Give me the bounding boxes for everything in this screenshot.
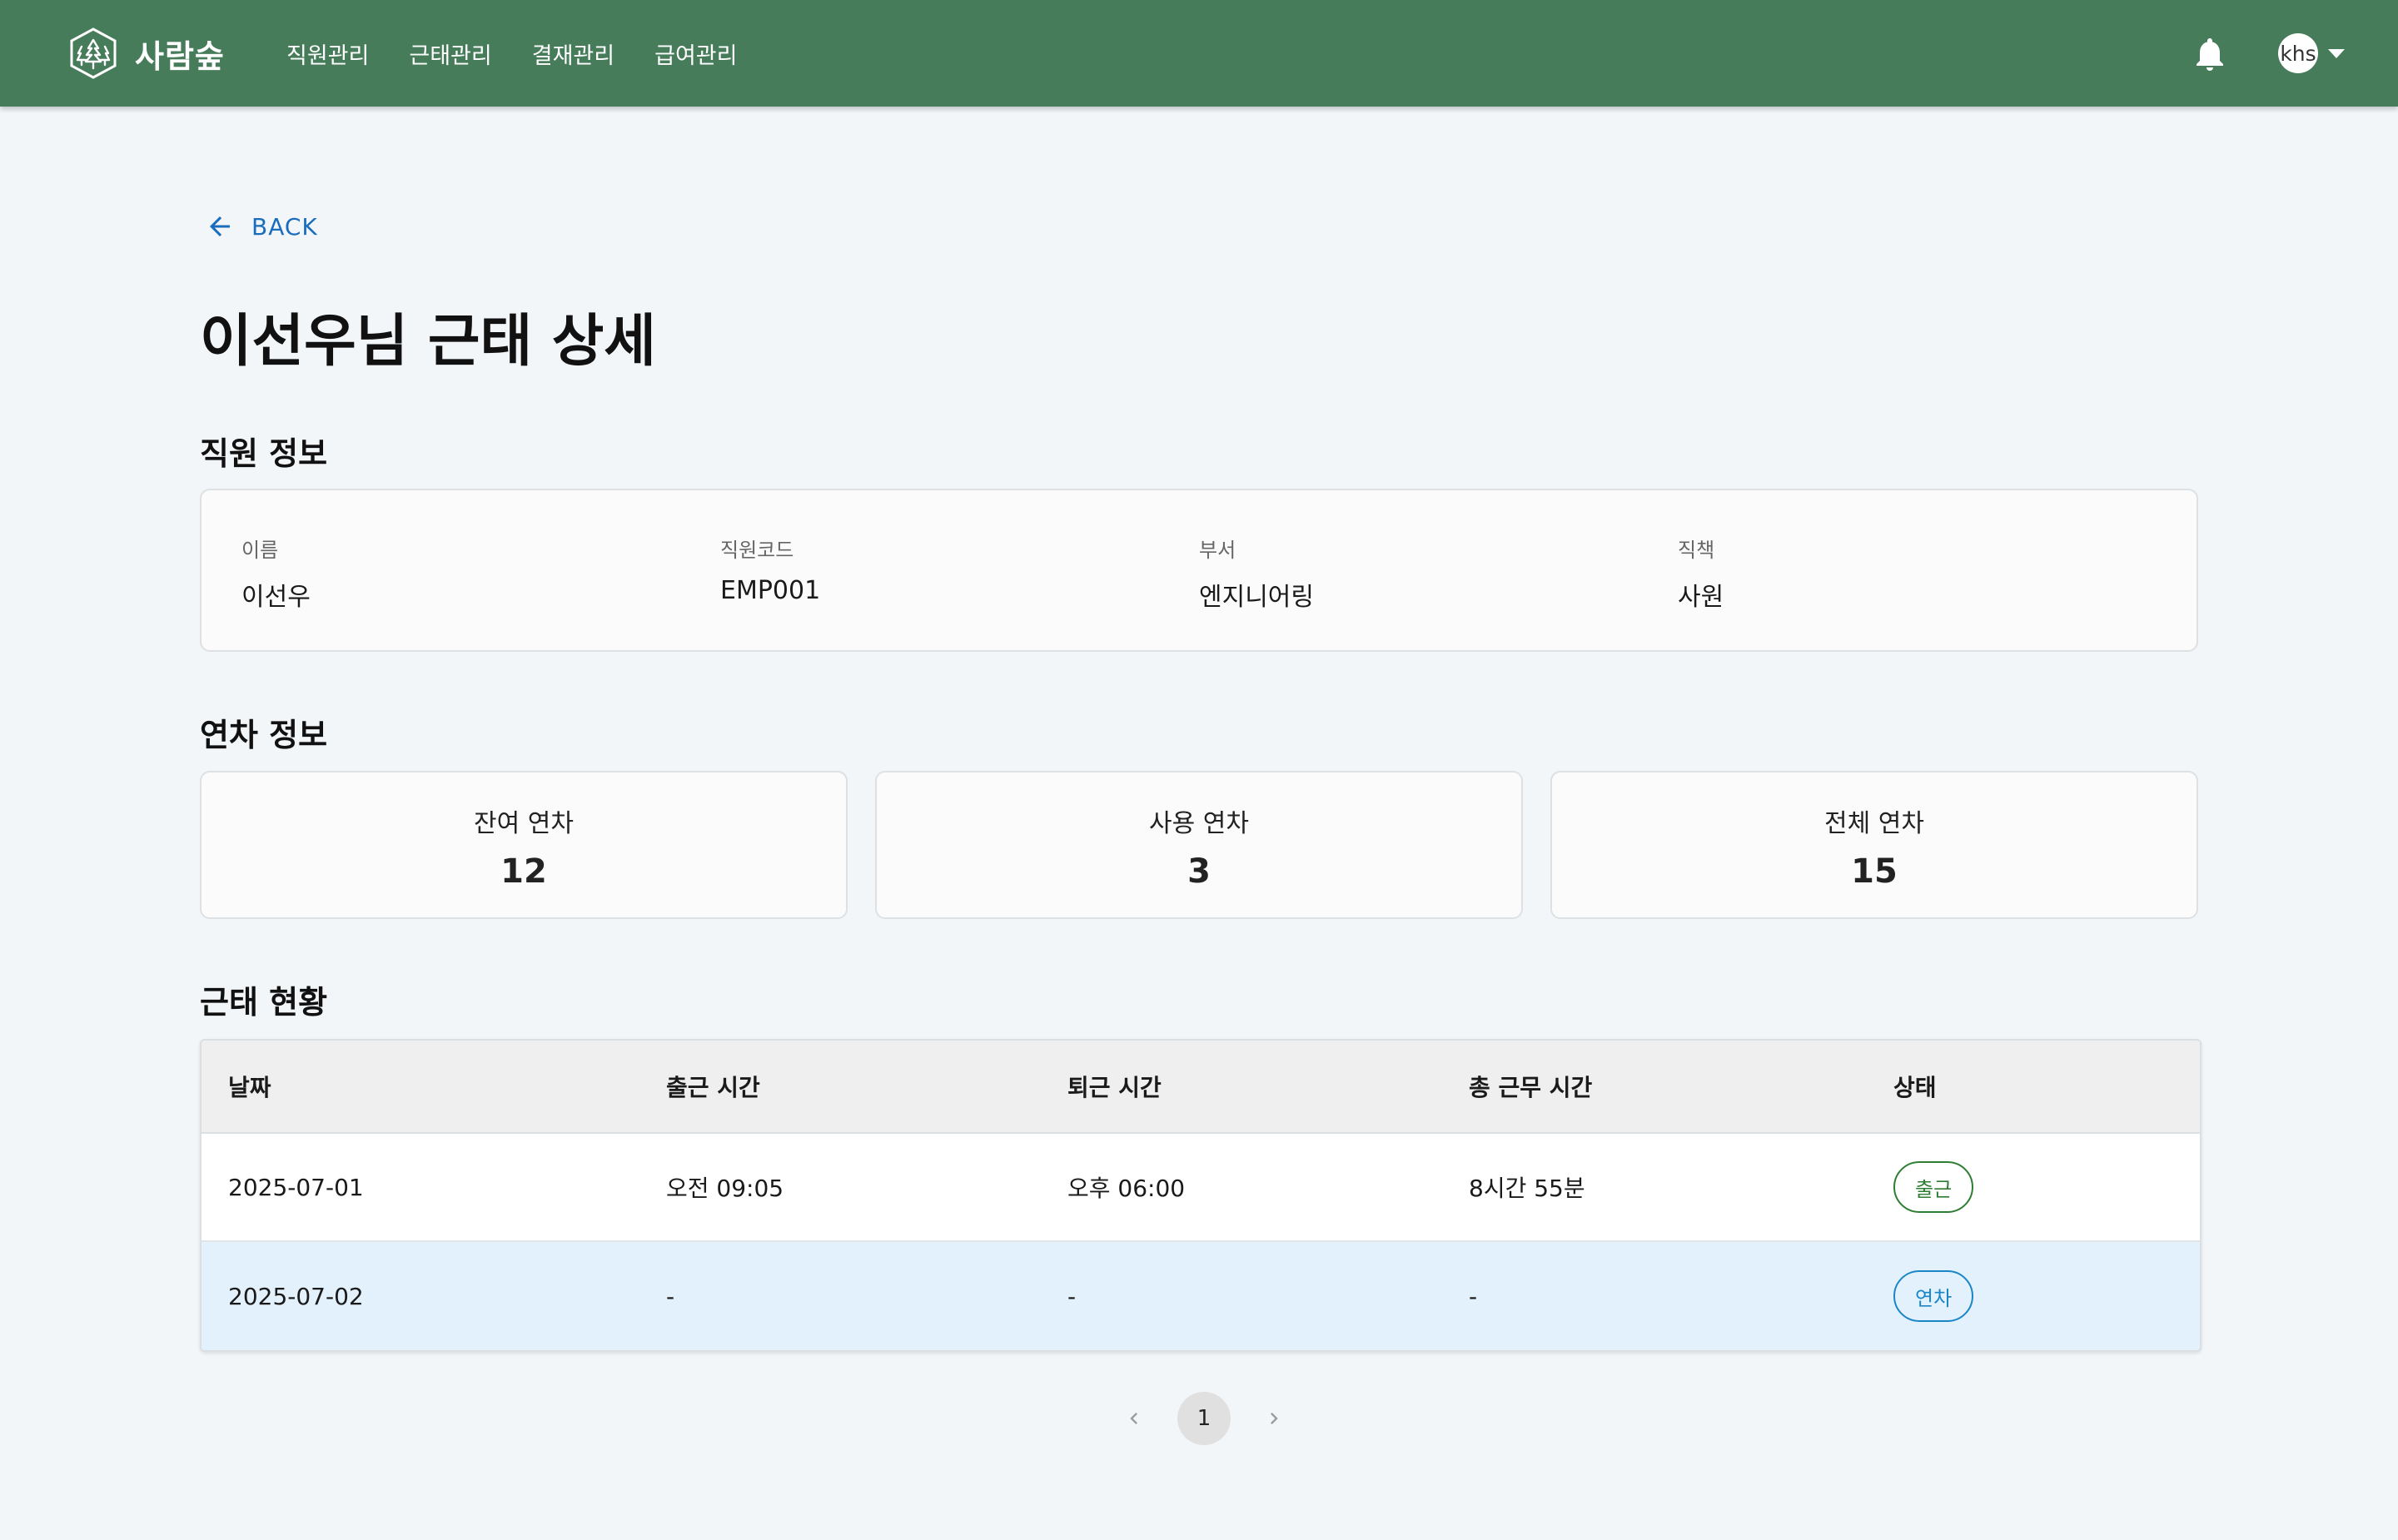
nav-payroll-management[interactable]: 급여관리 [654,37,737,70]
leave-info-title: 연차 정보 [200,717,328,753]
cell-clock-in: 오전 09:05 [666,1175,784,1202]
forest-logo-icon [70,27,117,79]
chevron-down-icon [2328,48,2345,58]
table-row[interactable]: 2025-07-02 - - - 연차 [201,1242,2200,1350]
column-header-clock-out: 퇴근 시간 [1067,1074,1162,1101]
column-header-date: 날짜 [228,1074,271,1101]
leave-label: 잔여 연차 [474,809,574,838]
brand-name: 사람숲 [135,37,225,75]
attendance-status-title: 근태 현황 [200,984,328,1021]
cell-date: 2025-07-02 [228,1282,364,1310]
back-button[interactable]: BACK [205,211,318,241]
employee-info-title: 직원 정보 [200,435,328,472]
next-page-button[interactable] [1256,1400,1292,1437]
main-nav: 직원관리 근태관리 결재관리 급여관리 [286,0,778,107]
field-label: 직원코드 [720,539,794,562]
arrow-left-icon [210,216,230,236]
table-row[interactable]: 2025-07-01 오전 09:05 오후 06:00 8시간 55분 출근 [201,1134,2200,1242]
cell-status: 출근 [1893,1134,1974,1240]
cell-total-hours: - [1469,1282,1478,1310]
field-label: 이름 [241,539,279,562]
table-header: 날짜 출근 시간 퇴근 시간 총 근무 시간 상태 [201,1041,2200,1134]
brand[interactable]: 사람숲 [68,27,225,80]
cell-clock-in: - [666,1282,675,1310]
leave-card-used: 사용 연차 3 [875,771,1523,919]
employee-info-card: 이름 이선우 직원코드 EMP001 부서 엔지니어링 직책 사원 [200,489,2198,652]
field-value: EMP001 [720,576,821,605]
pagination: 1 [1116,1392,1292,1445]
field-value: 사원 [1678,583,1724,612]
chevron-right-icon [1271,1413,1278,1424]
app-header: 사람숲 직원관리 근태관리 결재관리 급여관리 khs [0,0,2398,107]
field-employee-code: 직원코드 EMP001 [720,534,820,605]
avatar: khs [2278,33,2318,73]
leave-label: 전체 연차 [1824,809,1924,838]
page-number-button[interactable]: 1 [1177,1392,1231,1445]
field-label: 부서 [1199,539,1236,562]
cell-status: 연차 [1893,1242,1974,1350]
chevron-left-icon [1130,1413,1137,1424]
nav-employee-management[interactable]: 직원관리 [286,37,369,70]
field-value: 이선우 [241,583,311,612]
leave-card-total: 전체 연차 15 [1550,771,2198,919]
column-header-clock-in: 출근 시간 [666,1074,760,1101]
bell-icon[interactable] [2190,33,2230,75]
column-header-status: 상태 [1893,1074,1937,1101]
prev-page-button[interactable] [1116,1400,1152,1437]
leave-value: 3 [1187,852,1211,891]
user-menu[interactable]: khs [2278,33,2345,73]
cell-clock-out: - [1067,1282,1077,1310]
cell-total-hours: 8시간 55분 [1469,1175,1585,1202]
column-header-total-hours: 총 근무 시간 [1469,1074,1593,1101]
back-label: BACK [251,212,318,241]
field-position: 직책 사원 [1678,534,1724,613]
status-badge: 출근 [1893,1161,1974,1213]
attendance-table: 날짜 출근 시간 퇴근 시간 총 근무 시간 상태 2025-07-01 오전 … [200,1039,2201,1352]
leave-value: 15 [1851,852,1898,891]
status-badge: 연차 [1893,1270,1974,1322]
field-name: 이름 이선우 [241,534,311,613]
nav-approval-management[interactable]: 결재관리 [532,37,614,70]
page-title: 이선우님 근태 상세 [200,309,656,375]
nav-attendance-management[interactable]: 근태관리 [409,37,491,70]
cell-date: 2025-07-01 [228,1173,364,1201]
leave-label: 사용 연차 [1149,809,1249,838]
leave-card-remaining: 잔여 연차 12 [200,771,848,919]
field-value: 엔지니어링 [1199,583,1314,612]
field-label: 직책 [1678,539,1715,562]
field-department: 부서 엔지니어링 [1199,534,1314,613]
cell-clock-out: 오후 06:00 [1067,1175,1186,1202]
leave-value: 12 [500,852,547,891]
